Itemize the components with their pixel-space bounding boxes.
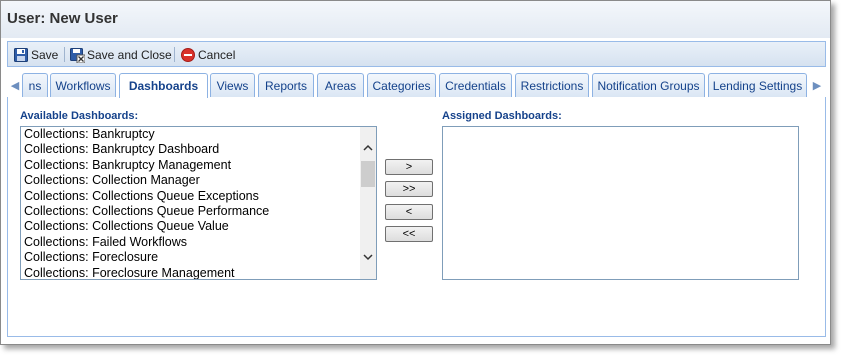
cancel-label: Cancel (198, 47, 236, 62)
chevron-up-icon[interactable] (360, 139, 376, 155)
tab-actions[interactable]: ns (22, 73, 48, 97)
save-and-close-button[interactable]: Save and Close (70, 46, 172, 63)
tab-lending-settings[interactable]: Lending Settings (708, 73, 807, 97)
user-window: User: New User Save Save and Close Cance… (0, 0, 831, 345)
tab-notification-groups[interactable]: Notification Groups (592, 73, 705, 97)
available-items: Collections: Bankruptcy Collections: Ban… (22, 127, 360, 279)
save-button[interactable]: Save (14, 46, 58, 63)
toolbar-separator (174, 47, 175, 62)
available-dashboards-label: Available Dashboards: (20, 110, 139, 122)
dashboards-panel: Available Dashboards: Collections: Bankr… (7, 97, 826, 337)
tab-credentials[interactable]: Credentials (439, 73, 512, 97)
assigned-dashboards-label: Assigned Dashboards: (442, 110, 562, 122)
tab-scroll-right-icon[interactable]: ▶ (810, 73, 824, 97)
remove-all-button[interactable]: << (385, 226, 433, 242)
add-all-button[interactable]: >> (385, 181, 433, 197)
list-item[interactable]: Collections: Collections Queue Performan… (22, 204, 360, 219)
list-item[interactable]: Collections: Collection Manager (22, 173, 360, 188)
cancel-icon (181, 47, 195, 62)
tab-areas[interactable]: Areas (317, 73, 364, 97)
list-item[interactable]: Collections: Collections Queue Value (22, 219, 360, 234)
window-title: User: New User (7, 10, 118, 27)
list-item[interactable]: Collections: Bankruptcy Management (22, 158, 360, 173)
tab-reports[interactable]: Reports (258, 73, 314, 97)
tab-restrictions[interactable]: Restrictions (515, 73, 589, 97)
save-and-close-label: Save and Close (87, 47, 172, 62)
floppy-disk-icon (14, 47, 28, 62)
chevron-down-icon[interactable] (360, 249, 376, 265)
assigned-dashboards-list[interactable] (442, 126, 799, 280)
list-scrollbar[interactable] (360, 127, 376, 279)
toolbar-separator (64, 47, 65, 62)
tab-strip: ◀ ns Workflows Dashboards Views Reports … (7, 73, 826, 98)
list-item[interactable]: Collections: Bankruptcy (22, 127, 360, 142)
add-button[interactable]: > (385, 159, 433, 175)
list-item[interactable]: Collections: Failed Workflows (22, 235, 360, 250)
cancel-button[interactable]: Cancel (181, 46, 235, 63)
tab-categories[interactable]: Categories (367, 73, 436, 97)
save-close-icon (70, 47, 85, 63)
tab-scroll-left-icon[interactable]: ◀ (8, 73, 22, 97)
available-dashboards-list[interactable]: Collections: Bankruptcy Collections: Ban… (20, 126, 377, 280)
toolbar: Save Save and Close Cancel (7, 41, 826, 67)
scrollbar-thumb[interactable] (361, 161, 375, 187)
list-item[interactable]: Collections: Foreclosure (22, 250, 360, 265)
remove-button[interactable]: < (385, 204, 433, 220)
list-item[interactable]: Collections: Bankruptcy Dashboard (22, 142, 360, 157)
window-titlebar: User: New User (1, 1, 830, 38)
save-label: Save (31, 47, 59, 62)
list-item[interactable]: Collections: Collections Queue Exception… (22, 189, 360, 204)
tab-dashboards[interactable]: Dashboards (119, 73, 208, 98)
list-item[interactable]: Collections: Foreclosure Management (22, 266, 360, 279)
tab-views[interactable]: Views (210, 73, 255, 97)
tab-workflows[interactable]: Workflows (50, 73, 116, 97)
